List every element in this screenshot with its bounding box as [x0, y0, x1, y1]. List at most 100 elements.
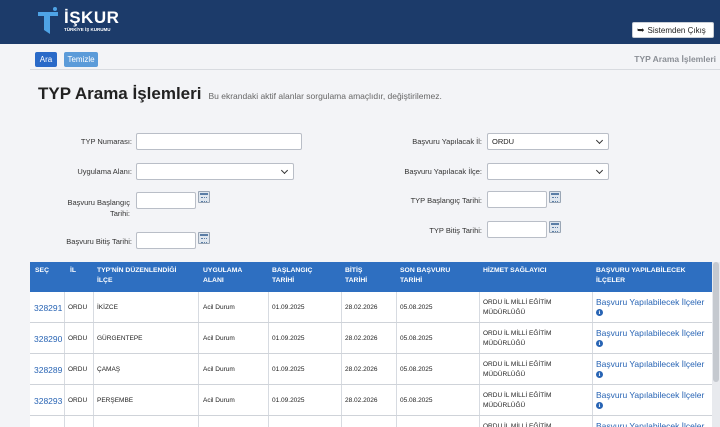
iskur-logo-icon — [38, 7, 58, 34]
header-sec[interactable]: SEÇ — [35, 266, 49, 276]
column-divider — [592, 385, 593, 415]
basvuru-baslangic-input[interactable] — [136, 192, 196, 209]
cell-son-basvuru: 05.08.2025 — [400, 397, 433, 404]
header-baslangic[interactable]: BAŞLANGIÇ TARİHİ — [272, 266, 312, 286]
basvuru-bitis-input[interactable] — [136, 232, 196, 249]
header-alan-line2: ALANI — [203, 277, 224, 284]
clear-button[interactable]: Temizle — [64, 52, 98, 67]
calendar-icon[interactable] — [198, 232, 210, 244]
column-divider — [341, 292, 342, 322]
basvuru-ilceler-link[interactable]: Başvuru Yapılabilecek İlçeler — [596, 421, 704, 427]
cell-il: ORDU — [68, 397, 88, 404]
column-divider — [93, 385, 94, 415]
column-divider — [341, 323, 342, 353]
column-divider — [93, 292, 94, 322]
basvuru-ilceler-link[interactable]: Başvuru Yapılabilecek İlçeler — [596, 297, 704, 307]
typ-select-link[interactable]: 328289 — [34, 365, 62, 375]
basvuru-ilceler-link[interactable]: Başvuru Yapılabilecek İlçeler — [596, 359, 704, 369]
cell-hizmet-line2: MÜDÜRLÜĞÜ — [483, 402, 526, 409]
cell-ilce: İKİZCE — [97, 304, 118, 311]
info-icon[interactable]: i — [596, 402, 603, 409]
column-divider — [396, 323, 397, 353]
typ-number-input[interactable] — [136, 133, 302, 150]
calendar-icon[interactable] — [549, 221, 561, 233]
basvuru-ilceler-link[interactable]: Başvuru Yapılabilecek İlçeler — [596, 328, 704, 338]
column-divider — [64, 323, 65, 353]
cell-alan: Acil Durum — [203, 366, 235, 373]
calendar-icon[interactable] — [198, 191, 210, 203]
info-icon[interactable]: i — [596, 371, 603, 378]
table-scrollbar[interactable] — [712, 262, 720, 427]
header-ilce-line2: İLÇE — [97, 277, 113, 284]
column-divider — [592, 292, 593, 322]
logo-title: İŞKUR — [64, 8, 120, 27]
cell-baslangic: 01.09.2025 — [272, 335, 305, 342]
cell-son-basvuru: 05.08.2025 — [400, 335, 433, 342]
cell-hizmet-line1: ORDU İL MİLLİ EĞİTİM — [483, 361, 552, 368]
cell-baslangic: 01.09.2025 — [272, 397, 305, 404]
typ-bitis-input[interactable] — [487, 221, 547, 238]
cell-bitis: 28.02.2026 — [345, 366, 378, 373]
logout-button[interactable]: ➥ Sistemden Çıkış — [632, 22, 714, 38]
basvuru-ilce-label: Başvuru Yapılacak İlçe: — [404, 167, 482, 176]
uygulama-alani-select[interactable] — [136, 163, 294, 180]
cell-baslangic: 01.09.2025 — [272, 366, 305, 373]
column-divider — [93, 416, 94, 427]
column-divider — [64, 385, 65, 415]
cell-alan: Acil Durum — [203, 304, 235, 311]
cell-hizmet-line2: MÜDÜRLÜĞÜ — [483, 309, 526, 316]
info-icon[interactable]: i — [596, 340, 603, 347]
header-son-basvuru[interactable]: SON BAŞVURU TARİHİ — [400, 266, 450, 286]
column-divider — [93, 323, 94, 353]
typ-select-link[interactable]: 328290 — [34, 334, 62, 344]
scrollbar-thumb[interactable] — [713, 262, 719, 382]
basvuru-il-select[interactable]: ORDU — [487, 133, 609, 150]
header-il[interactable]: İL — [70, 266, 76, 276]
typ-baslangic-input[interactable] — [487, 191, 547, 208]
cell-alan: Acil Durum — [203, 397, 235, 404]
column-divider — [268, 292, 269, 322]
column-divider — [592, 416, 593, 427]
cell-baslangic: 01.09.2025 — [272, 304, 305, 311]
column-divider — [198, 354, 199, 384]
column-divider — [341, 385, 342, 415]
column-divider — [198, 385, 199, 415]
cell-hizmet-line2: MÜDÜRLÜĞÜ — [483, 371, 526, 378]
basvuru-ilceler-link[interactable]: Başvuru Yapılabilecek İlçeler — [596, 390, 704, 400]
typ-select-link[interactable]: 328293 — [34, 396, 62, 406]
iskur-logo[interactable]: İŞKUR TÜRKİYE İŞ KURUMU — [36, 6, 146, 38]
top-header: İŞKUR TÜRKİYE İŞ KURUMU ➥ Sistemden Çıkı… — [0, 0, 720, 44]
header-ilce[interactable]: TYP'NİN DÜZENLENDİĞİ İLÇE — [97, 266, 176, 286]
header-alan[interactable]: UYGULAMA ALANI — [203, 266, 242, 286]
search-button[interactable]: Ara — [35, 52, 57, 67]
page-heading: TYP Arama İşlemleri Bu ekrandaki aktif a… — [38, 84, 442, 104]
cell-hizmet-line1: ORDU İL MİLLİ EĞİTİM — [483, 423, 552, 427]
cell-il: ORDU — [68, 366, 88, 373]
logout-label: Sistemden Çıkış — [647, 25, 706, 35]
basvuru-ilce-select[interactable] — [487, 163, 609, 180]
table-header: SEÇ İL TYP'NİN DÜZENLENDİĞİ İLÇE UYGULAM… — [30, 262, 720, 292]
column-divider — [479, 354, 480, 384]
action-toolbar: Ara Temizle TYP Arama İşlemleri — [30, 50, 720, 70]
basvuru-bitis-label: Başvuru Bitiş Tarihi: — [66, 237, 132, 246]
column-divider — [93, 354, 94, 384]
table-row: 328294ORDUÜNYEAcil Durum01.09.202528.02.… — [30, 416, 720, 427]
column-divider — [198, 292, 199, 322]
table-row: 328289 ORDU ÇAMAŞ Acil Durum 01.09.2025 28.02… — [30, 354, 720, 385]
calendar-icon[interactable] — [549, 191, 561, 203]
info-icon[interactable]: i — [596, 309, 603, 316]
header-bitis[interactable]: BİTİŞ TARİHİ — [345, 266, 367, 286]
typ-select-link[interactable]: 328291 — [34, 303, 62, 313]
header-alan-line1: UYGULAMA — [203, 267, 243, 274]
header-son-basvuru-line2: TARİHİ — [400, 277, 423, 284]
table-row: 328291 ORDU İKİZCE Acil Durum 01.09.2025 28.0… — [30, 292, 720, 323]
header-hizmet[interactable]: HİZMET SAĞLAYICI — [483, 266, 547, 276]
column-divider — [592, 323, 593, 353]
basvuru-baslangic-label: Başvuru Başlangıç Tarihi: — [67, 198, 130, 218]
header-ilceler[interactable]: BAŞVURU YAPILABİLECEK İLÇELER — [596, 266, 686, 286]
column-divider — [479, 385, 480, 415]
header-ilceler-line2: İLÇELER — [596, 277, 626, 284]
header-ilce-line1: TYP'NİN DÜZENLENDİĞİ — [97, 267, 177, 274]
column-divider — [64, 354, 65, 384]
cell-son-basvuru: 05.08.2025 — [400, 366, 433, 373]
